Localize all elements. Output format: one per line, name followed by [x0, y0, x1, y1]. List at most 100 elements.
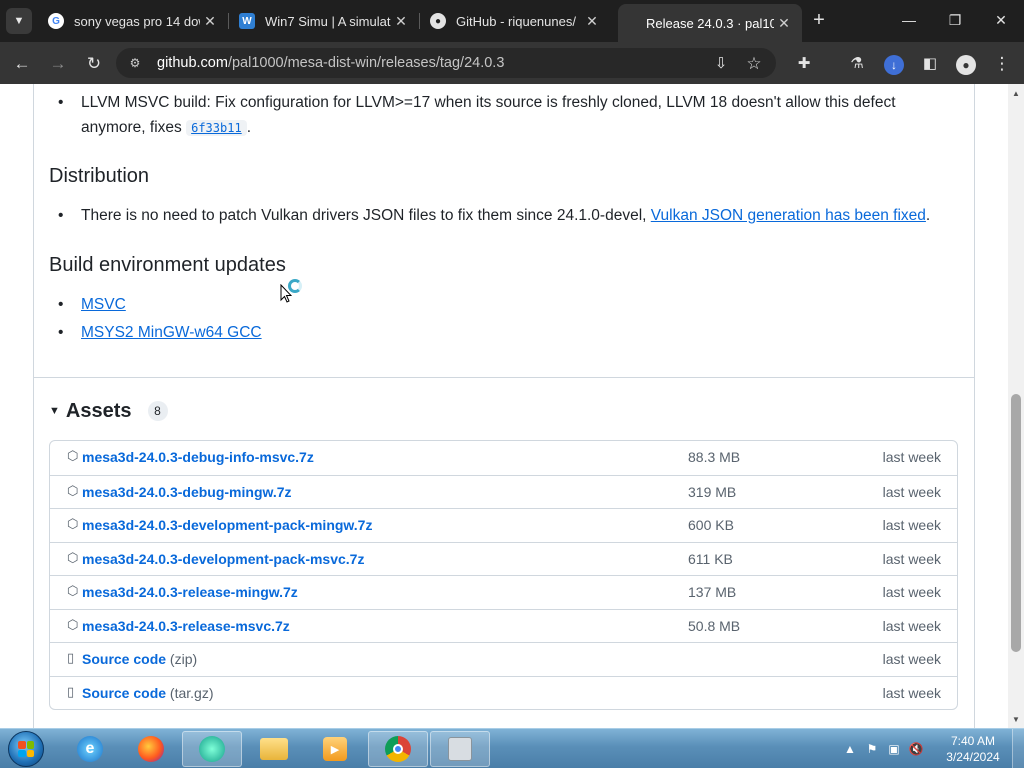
asset-date: last week [882, 550, 941, 567]
build-item-msys2: • MSYS2 MinGW-w64 GCC [58, 324, 262, 342]
asset-row: ⬡ mesa3d-24.0.3-release-mingw.7z 137 MB … [50, 575, 957, 609]
clock-date: 3/24/2024 [946, 750, 1000, 764]
asset-row: ⬡ mesa3d-24.0.3-debug-mingw.7z 319 MB la… [50, 474, 957, 509]
assets-toggle[interactable]: ▼ Assets 8 [49, 398, 168, 424]
profile-avatar-icon[interactable]: ● [953, 51, 979, 77]
bullet: • [58, 207, 64, 224]
tab-2[interactable]: W Win7 Simu | A simulat ✕ [229, 6, 420, 36]
asset-date: last week [882, 517, 941, 533]
google-icon: G [48, 13, 64, 29]
package-icon: ⬡ [67, 516, 79, 531]
address-bar[interactable]: ⚙ github.com/pal1000/mesa-dist-win/relea… [116, 48, 776, 78]
bullet: • [58, 94, 64, 111]
clock-time: 7:40 AM [950, 734, 996, 748]
file-zip-icon: ▯ [67, 683, 75, 699]
forward-button[interactable]: → [45, 51, 71, 77]
distribution-note: • There is no need to patch Vulkan drive… [58, 207, 931, 225]
asset-link[interactable]: mesa3d-24.0.3-development-pack-msvc.7z [82, 551, 364, 567]
asset-row: ⬡ mesa3d-24.0.3-release-msvc.7z 50.8 MB … [50, 608, 957, 643]
github-icon: ● [430, 13, 446, 29]
bookmark-star-icon[interactable]: ☆ [741, 51, 767, 77]
volume-muted-icon[interactable]: 🔇 [908, 741, 924, 757]
tab-search-button[interactable]: ▼ [6, 8, 32, 34]
download-icon[interactable]: ↓ [881, 51, 907, 77]
extensions-icon[interactable]: ✚ [791, 51, 817, 77]
llvm-note-text: LLVM MSVC build: Fix configuration for L… [81, 94, 896, 111]
url-path: /pal1000/mesa-dist-win/releases/tag/24.0… [227, 55, 505, 71]
win7simu-icon[interactable] [182, 731, 242, 767]
asset-size: 611 KB [688, 550, 733, 567]
tray-expand-icon[interactable]: ▲ [842, 741, 858, 757]
asset-size: 50.8 MB [688, 617, 741, 634]
tab-title: sony vegas pro 14 dow [74, 13, 200, 29]
app-window-icon[interactable] [430, 731, 490, 767]
asset-link[interactable]: mesa3d-24.0.3-release-msvc.7z [82, 618, 290, 634]
taskbar-clock[interactable]: 7:40 AM 3/24/2024 [945, 733, 1001, 765]
asset-link[interactable]: mesa3d-24.0.3-debug-mingw.7z [82, 484, 292, 500]
package-icon: ⬡ [67, 448, 79, 463]
arrow-right-icon: → [49, 54, 67, 73]
site-info-icon[interactable]: ⚙ [126, 54, 144, 72]
asset-link[interactable]: mesa3d-24.0.3-development-pack-mingw.7z [82, 517, 372, 533]
triangle-down-icon: ▼ [49, 405, 60, 417]
firefox-icon[interactable] [121, 731, 181, 767]
back-button[interactable]: ← [9, 51, 35, 77]
install-app-icon[interactable]: ⇩ [708, 51, 734, 77]
asset-link[interactable]: mesa3d-24.0.3-debug-info-msvc.7z [82, 449, 314, 465]
lab-flask-icon[interactable]: ⚗ [844, 51, 870, 77]
tab-3[interactable]: ● GitHub - riquenunes/ ✕ [420, 6, 610, 36]
scroll-thumb[interactable] [1011, 394, 1021, 652]
url-text[interactable]: github.com/pal1000/mesa-dist-win/release… [157, 55, 504, 71]
distribution-text: There is no need to patch Vulkan drivers… [81, 207, 651, 224]
new-tab-button[interactable]: + [808, 10, 830, 32]
msvc-link[interactable]: MSVC [81, 296, 126, 313]
network-icon[interactable]: ▣ [886, 741, 902, 757]
package-icon: ⬡ [67, 583, 79, 598]
menu-kebab-icon[interactable]: ⋮ [989, 51, 1015, 77]
internet-explorer-icon[interactable]: e [60, 731, 120, 767]
asset-date: last week [882, 617, 941, 634]
page-content: • LLVM MSVC build: Fix configuration for… [0, 84, 1024, 728]
show-desktop-button[interactable] [1012, 729, 1024, 768]
distribution-heading: Distribution [49, 165, 150, 187]
close-tab-icon[interactable]: ✕ [391, 13, 411, 30]
vulkan-json-link[interactable]: Vulkan JSON generation has been fixed [651, 207, 926, 224]
asset-date: last week [882, 483, 941, 500]
asset-row: ▯ Source code (tar.gz) last week [50, 675, 957, 710]
close-tab-icon[interactable]: ✕ [200, 13, 220, 30]
file-zip-icon: ▯ [67, 650, 75, 665]
distribution-suffix: . [925, 207, 931, 224]
commit-link[interactable]: 6f33b11 [186, 120, 247, 136]
bullet: • [58, 296, 64, 313]
chrome-icon[interactable] [368, 731, 428, 767]
tab-1[interactable]: G sony vegas pro 14 dow ✕ [38, 6, 229, 36]
media-player-icon[interactable]: ▶ [305, 731, 365, 767]
action-center-flag-icon[interactable]: ⚑ [864, 741, 880, 757]
asset-link[interactable]: Source code (zip) [82, 651, 197, 667]
asset-size: 88.3 MB [688, 449, 741, 465]
tab-title: Release 24.0.3 · pal10 [646, 15, 774, 31]
win7simu-icon: W [239, 13, 255, 29]
tab-title: GitHub - riquenunes/ [456, 13, 576, 29]
msys2-link[interactable]: MSYS2 MinGW-w64 GCC [81, 324, 262, 341]
close-window-button[interactable]: ✕ [986, 8, 1016, 32]
asset-size: 137 MB [688, 584, 737, 600]
windows-logo-icon [18, 741, 34, 757]
page-scrollbar[interactable]: ▲ ▼ [1008, 84, 1024, 728]
busy-spinner-icon [288, 279, 302, 293]
side-panel-icon[interactable]: ◧ [917, 51, 943, 77]
maximize-button[interactable]: ❐ [940, 8, 970, 32]
start-button[interactable] [8, 731, 44, 767]
close-tab-icon[interactable]: ✕ [582, 13, 602, 30]
asset-date: last week [882, 584, 941, 600]
asset-link[interactable]: Source code (tar.gz) [82, 685, 214, 701]
reload-button[interactable]: ↻ [81, 51, 107, 77]
tab-4-active[interactable]: Release 24.0.3 · pal10 ✕ [618, 4, 802, 42]
file-explorer-icon[interactable] [244, 731, 304, 767]
scroll-down-icon[interactable]: ▼ [1008, 712, 1024, 728]
asset-link[interactable]: mesa3d-24.0.3-release-mingw.7z [82, 584, 298, 600]
minimize-button[interactable]: — [894, 8, 924, 32]
tab-title: Win7 Simu | A simulat [265, 13, 391, 29]
close-tab-icon[interactable]: ✕ [774, 15, 794, 32]
scroll-up-icon[interactable]: ▲ [1008, 86, 1024, 102]
